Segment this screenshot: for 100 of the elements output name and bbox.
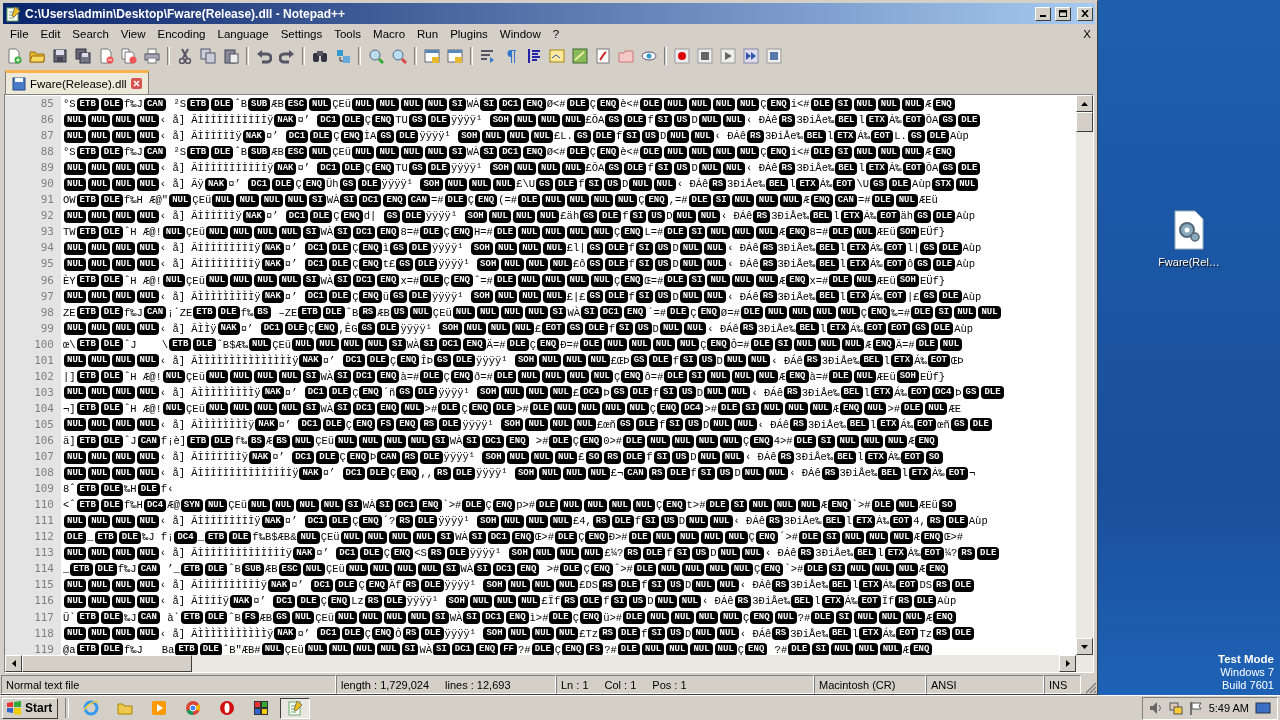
save-macro-icon[interactable] bbox=[766, 48, 782, 64]
control-char-badge: EOT bbox=[901, 450, 924, 464]
code-text: Á‰ bbox=[887, 451, 901, 464]
menu-item[interactable]: Window bbox=[493, 26, 547, 42]
control-char-badge: DLE bbox=[322, 418, 345, 432]
show-desktop-icon[interactable] bbox=[1255, 701, 1271, 715]
cut-icon[interactable] bbox=[177, 48, 193, 64]
control-char-badge: GS bbox=[396, 386, 414, 400]
function-list-icon[interactable] bbox=[595, 48, 611, 64]
close-document-button[interactable]: X bbox=[1083, 28, 1091, 40]
scroll-arrow-icon[interactable] bbox=[1065, 660, 1070, 667]
flag-icon[interactable] bbox=[1188, 701, 1203, 715]
close-button[interactable] bbox=[1077, 6, 1093, 21]
stop-icon[interactable] bbox=[697, 48, 713, 64]
menu-item[interactable]: Run bbox=[411, 26, 445, 42]
control-char-badge: ETX bbox=[865, 113, 888, 127]
code-text: ÿÿÿÿ¹ bbox=[400, 322, 433, 335]
redo-icon[interactable] bbox=[279, 48, 295, 64]
control-char-badge: DLE bbox=[969, 418, 992, 432]
language-window-icon[interactable] bbox=[549, 48, 565, 64]
control-char-badge: BS bbox=[254, 306, 272, 320]
menu-item[interactable]: Settings bbox=[274, 26, 329, 42]
paste-icon[interactable] bbox=[223, 48, 239, 64]
maximize-button[interactable] bbox=[1055, 6, 1071, 21]
menu-item[interactable]: ? bbox=[546, 26, 566, 42]
open-folder-icon[interactable] bbox=[29, 48, 45, 64]
menu-item[interactable]: Macro bbox=[367, 26, 412, 42]
control-char-badge: DLE bbox=[408, 290, 431, 304]
speaker-icon[interactable] bbox=[1148, 701, 1163, 715]
taskbar-app-button[interactable] bbox=[280, 697, 311, 719]
save-icon[interactable] bbox=[52, 48, 68, 64]
control-char-badge: DLE bbox=[810, 97, 833, 111]
save-all-icon[interactable] bbox=[75, 48, 91, 64]
control-char-badge: DLE bbox=[951, 578, 975, 592]
control-char-badge: ENQ bbox=[767, 145, 790, 159]
control-char-badge: RS bbox=[420, 418, 438, 432]
zoom-out-icon[interactable] bbox=[391, 48, 407, 64]
copy-icon[interactable] bbox=[200, 48, 216, 64]
scroll-thumb[interactable] bbox=[1076, 112, 1093, 132]
indent-guide-icon[interactable] bbox=[526, 48, 542, 64]
control-char-badge: DC1 bbox=[482, 611, 505, 624]
menu-item[interactable]: Encoding bbox=[151, 26, 212, 42]
code-text: £ bbox=[535, 322, 542, 335]
control-char-badge: ENQ bbox=[750, 611, 773, 624]
vertical-scrollbar[interactable] bbox=[1076, 95, 1093, 655]
eye-icon[interactable] bbox=[641, 48, 657, 64]
minimize-button[interactable] bbox=[1035, 6, 1051, 21]
menu-item[interactable]: Language bbox=[211, 26, 275, 42]
control-char-badge: DLE bbox=[617, 627, 641, 641]
scroll-arrow-icon[interactable] bbox=[11, 660, 16, 667]
control-char-badge: SI bbox=[442, 562, 460, 576]
control-char-badge: GS bbox=[396, 258, 414, 271]
record-icon[interactable] bbox=[674, 48, 690, 64]
control-char-badge: NAK bbox=[249, 450, 272, 464]
close-file-icon[interactable] bbox=[98, 48, 114, 64]
control-char-badge: GS bbox=[573, 129, 591, 143]
control-char-badge: US bbox=[673, 113, 691, 127]
close-tab-icon[interactable] bbox=[130, 78, 142, 89]
code-text: Ç bbox=[737, 643, 745, 655]
control-char-badge: DC1 bbox=[304, 514, 327, 528]
control-char-badge: NUL bbox=[755, 274, 778, 288]
sync-vertical-icon[interactable] bbox=[424, 48, 440, 64]
menu-item[interactable]: Plugins bbox=[444, 26, 494, 42]
word-wrap-icon[interactable] bbox=[480, 48, 496, 64]
play-multiple-icon[interactable] bbox=[743, 48, 759, 64]
document-tab[interactable]: Fware(Release).dll bbox=[5, 70, 149, 94]
clock[interactable]: 5:49 AM bbox=[1208, 702, 1249, 714]
replace-icon[interactable] bbox=[335, 48, 351, 64]
code-text: Ç bbox=[529, 338, 537, 351]
scroll-arrow-icon[interactable] bbox=[1081, 644, 1088, 649]
control-char-badge: NUL bbox=[136, 290, 159, 304]
horizontal-scrollbar[interactable] bbox=[5, 655, 1093, 672]
menu-item[interactable]: View bbox=[114, 26, 152, 42]
control-char-badge: NUL bbox=[112, 290, 135, 304]
control-char-badge: NUL bbox=[254, 274, 277, 288]
scroll-arrow-icon[interactable] bbox=[1081, 101, 1088, 106]
code-text: Lz bbox=[351, 595, 364, 608]
desktop-icon[interactable]: Fware(Rel… bbox=[1156, 208, 1222, 270]
control-char-badge: ENQ bbox=[397, 466, 420, 480]
new-file-icon[interactable] bbox=[6, 48, 22, 64]
menu-item[interactable]: Tools bbox=[328, 26, 368, 42]
close-all-icon[interactable] bbox=[121, 48, 137, 64]
sync-horizontal-icon[interactable] bbox=[447, 48, 463, 64]
start-button[interactable]: Start bbox=[2, 697, 59, 719]
menu-item[interactable]: Search bbox=[66, 26, 115, 42]
play-icon[interactable] bbox=[720, 48, 736, 64]
control-char-badge: BEL bbox=[816, 290, 839, 304]
scroll-thumb[interactable] bbox=[22, 655, 192, 672]
print-icon[interactable] bbox=[144, 48, 160, 64]
code-text: 8=# bbox=[400, 226, 420, 239]
code-text: 3ÐiÅe‰ bbox=[795, 451, 834, 464]
network-icon[interactable] bbox=[1168, 701, 1183, 715]
control-char-badge: ENQ bbox=[585, 530, 608, 544]
menu-item[interactable]: File bbox=[4, 26, 35, 42]
find-icon[interactable] bbox=[312, 48, 328, 64]
undo-icon[interactable] bbox=[256, 48, 272, 64]
zoom-in-icon[interactable] bbox=[368, 48, 384, 64]
resize-grip-icon[interactable] bbox=[1085, 682, 1097, 694]
document-map-icon[interactable] bbox=[572, 48, 588, 64]
menu-item[interactable]: Edit bbox=[34, 26, 67, 42]
